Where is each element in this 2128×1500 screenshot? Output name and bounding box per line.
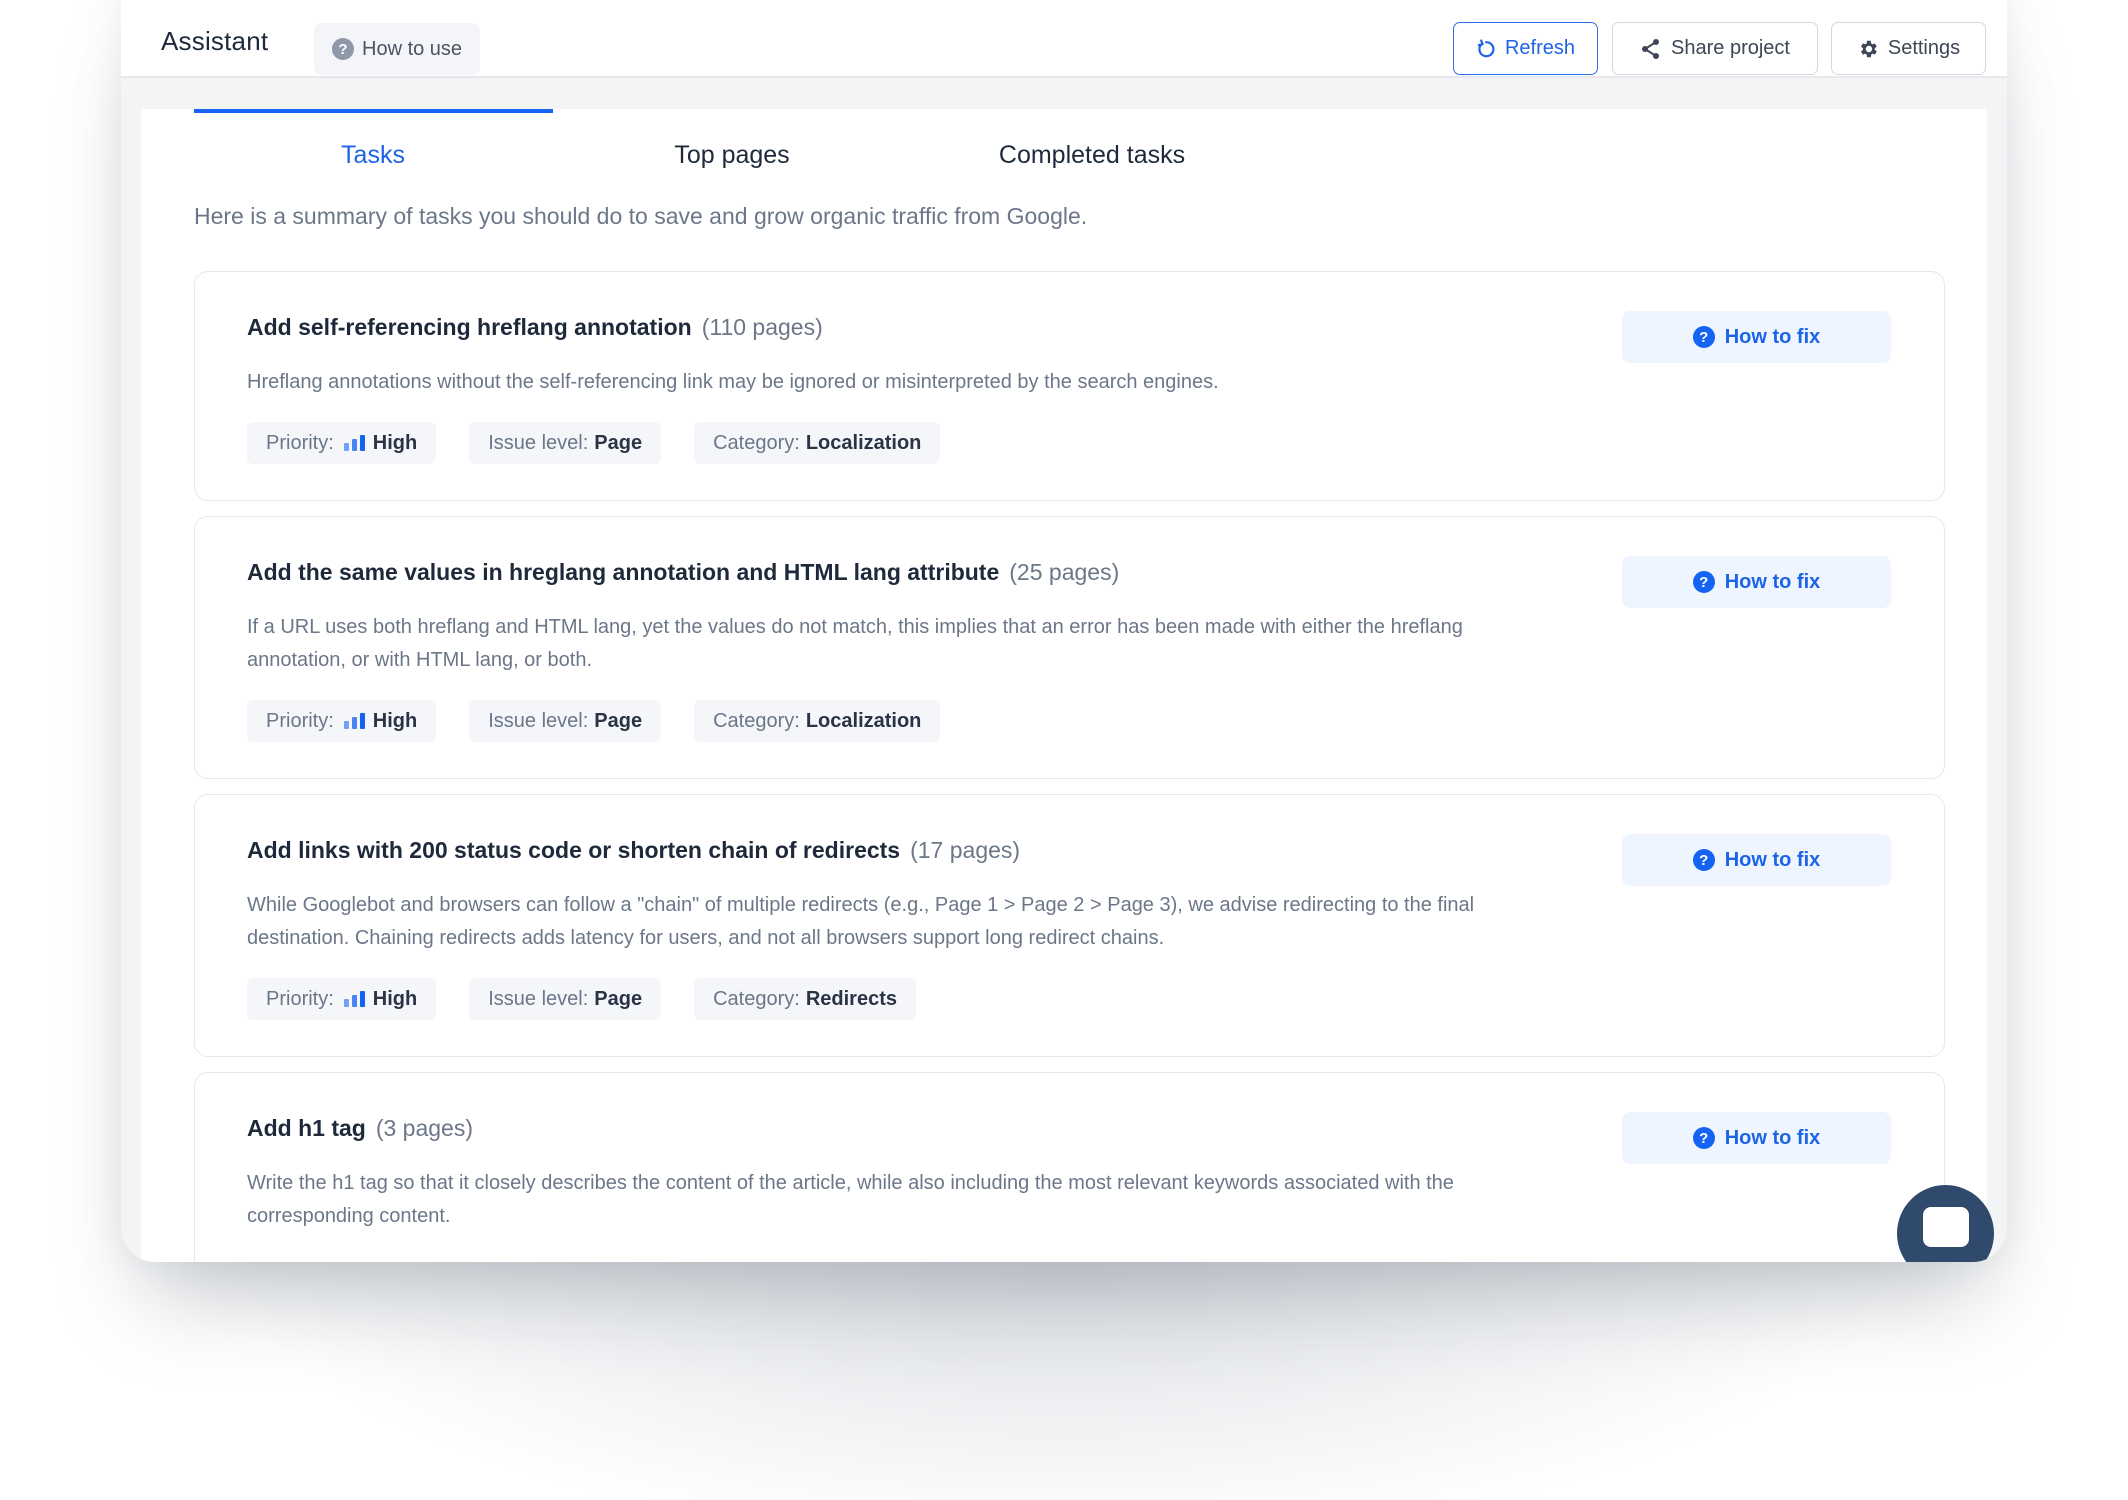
page-title: Assistant	[161, 26, 269, 56]
priority-chip: Priority: High	[247, 422, 437, 464]
task-description: Write the h1 tag so that it closely desc…	[247, 1172, 1454, 1227]
priority-value: High	[372, 431, 418, 454]
category-chip: Category: Localization	[694, 700, 941, 742]
share-icon	[1640, 38, 1662, 60]
help-icon: ?	[1692, 849, 1715, 871]
priority-label: Priority:	[266, 431, 334, 454]
app-window: Assistant ? How to use Refresh Share pro…	[121, 0, 2007, 1262]
help-icon: ?	[1692, 326, 1715, 348]
settings-button[interactable]: Settings	[1831, 22, 1986, 75]
how-to-fix-button[interactable]: ? How to fix	[1622, 311, 1891, 363]
how-to-fix-label: How to fix	[1724, 848, 1821, 871]
category-value: Redirects	[805, 987, 897, 1010]
refresh-button[interactable]: Refresh	[1453, 22, 1598, 75]
how-to-fix-button[interactable]: ? How to fix	[1622, 556, 1891, 608]
issue-level-label: Issue level:	[488, 431, 589, 454]
task-description: While Googlebot and browsers can follow …	[247, 894, 1475, 949]
priority-value: High	[372, 987, 418, 1010]
refresh-label: Refresh	[1504, 37, 1576, 59]
priority-value: High	[372, 709, 418, 732]
main-panel: Tasks Top pages Completed tasks Here is …	[141, 109, 1994, 1262]
help-icon: ?	[332, 38, 354, 60]
category-chip: Category: Redirects	[694, 978, 916, 1020]
category-label: Category:	[713, 431, 800, 454]
task-title-text: Add the same values in hreglang annotati…	[247, 559, 1000, 585]
task-tags: Priority: High Issue level: Page Categor…	[247, 422, 941, 464]
task-title-text: Add links with 200 status code or shorte…	[247, 837, 901, 863]
issue-level-chip: Issue level: Page	[469, 978, 662, 1020]
task-title-text: Add h1 tag	[247, 1115, 366, 1141]
priority-label: Priority:	[266, 987, 334, 1010]
priority-chip: Priority: High	[247, 978, 437, 1020]
app-header: Assistant ? How to use Refresh Share pro…	[121, 0, 2007, 78]
gear-icon	[1857, 38, 1879, 60]
task-title: Add self-referencing hreflang annotation…	[247, 314, 823, 341]
task-card: Add h1 tag (3 pages) Write the h1 tag so …	[194, 1072, 1945, 1262]
priority-bars-icon	[343, 434, 365, 451]
tab-completed-tasks[interactable]: Completed tasks	[999, 141, 1185, 170]
task-page-count[interactable]: (25 pages)	[1009, 559, 1119, 585]
task-description: Hreflang annotations without the self-re…	[247, 371, 1219, 393]
priority-bars-icon	[343, 990, 365, 1007]
task-title: Add h1 tag (3 pages)	[247, 1115, 473, 1142]
how-to-fix-label: How to fix	[1724, 1126, 1821, 1149]
how-to-fix-button[interactable]: ? How to fix	[1622, 1112, 1891, 1164]
how-to-use-label: How to use	[362, 37, 463, 60]
chat-icon	[1923, 1207, 1969, 1247]
how-to-use-button[interactable]: ? How to use	[314, 23, 481, 75]
settings-label: Settings	[1887, 37, 1961, 59]
priority-chip: Priority: High	[247, 700, 437, 742]
tab-tasks[interactable]: Tasks	[341, 141, 405, 170]
task-page-count[interactable]: (3 pages)	[376, 1115, 473, 1141]
task-title: Add the same values in hreglang annotati…	[247, 559, 1119, 586]
issue-level-value: Page	[594, 431, 643, 454]
category-chip: Category: Localization	[694, 422, 941, 464]
category-label: Category:	[713, 709, 800, 732]
category-value: Localization	[805, 709, 922, 732]
summary-text: Here is a summary of tasks you should do…	[194, 203, 1088, 229]
category-label: Category:	[713, 987, 800, 1010]
priority-label: Priority:	[266, 709, 334, 732]
share-project-button[interactable]: Share project	[1612, 22, 1818, 75]
task-card: Add links with 200 status code or shorte…	[194, 794, 1945, 1057]
task-title: Add links with 200 status code or shorte…	[247, 837, 1020, 864]
task-tags: Priority: High Issue level: Page Categor…	[247, 978, 916, 1020]
help-icon: ?	[1692, 1127, 1715, 1149]
tab-top-pages[interactable]: Top pages	[674, 141, 789, 170]
issue-level-chip: Issue level: Page	[469, 422, 662, 464]
how-to-fix-button[interactable]: ? How to fix	[1622, 834, 1891, 886]
task-page-count[interactable]: (17 pages)	[910, 837, 1020, 863]
refresh-icon	[1476, 38, 1496, 59]
task-description: If a URL uses both hreflang and HTML lan…	[247, 616, 1463, 671]
task-page-count[interactable]: (110 pages)	[702, 314, 823, 340]
priority-bars-icon	[343, 712, 365, 729]
task-title-text: Add self-referencing hreflang annotation	[247, 314, 692, 340]
issue-level-value: Page	[594, 987, 643, 1010]
active-tab-indicator	[194, 109, 553, 113]
task-tags: Priority: High Issue level: Page Categor…	[247, 700, 941, 742]
how-to-fix-label: How to fix	[1724, 325, 1821, 348]
share-label: Share project	[1671, 37, 1790, 59]
issue-level-chip: Issue level: Page	[469, 700, 662, 742]
task-card: Add self-referencing hreflang annotation…	[194, 271, 1945, 501]
issue-level-value: Page	[594, 709, 643, 732]
category-value: Localization	[805, 431, 922, 454]
issue-level-label: Issue level:	[488, 987, 589, 1010]
how-to-fix-label: How to fix	[1724, 570, 1821, 593]
issue-level-label: Issue level:	[488, 709, 589, 732]
task-card: Add the same values in hreglang annotati…	[194, 516, 1945, 779]
help-icon: ?	[1692, 571, 1715, 593]
